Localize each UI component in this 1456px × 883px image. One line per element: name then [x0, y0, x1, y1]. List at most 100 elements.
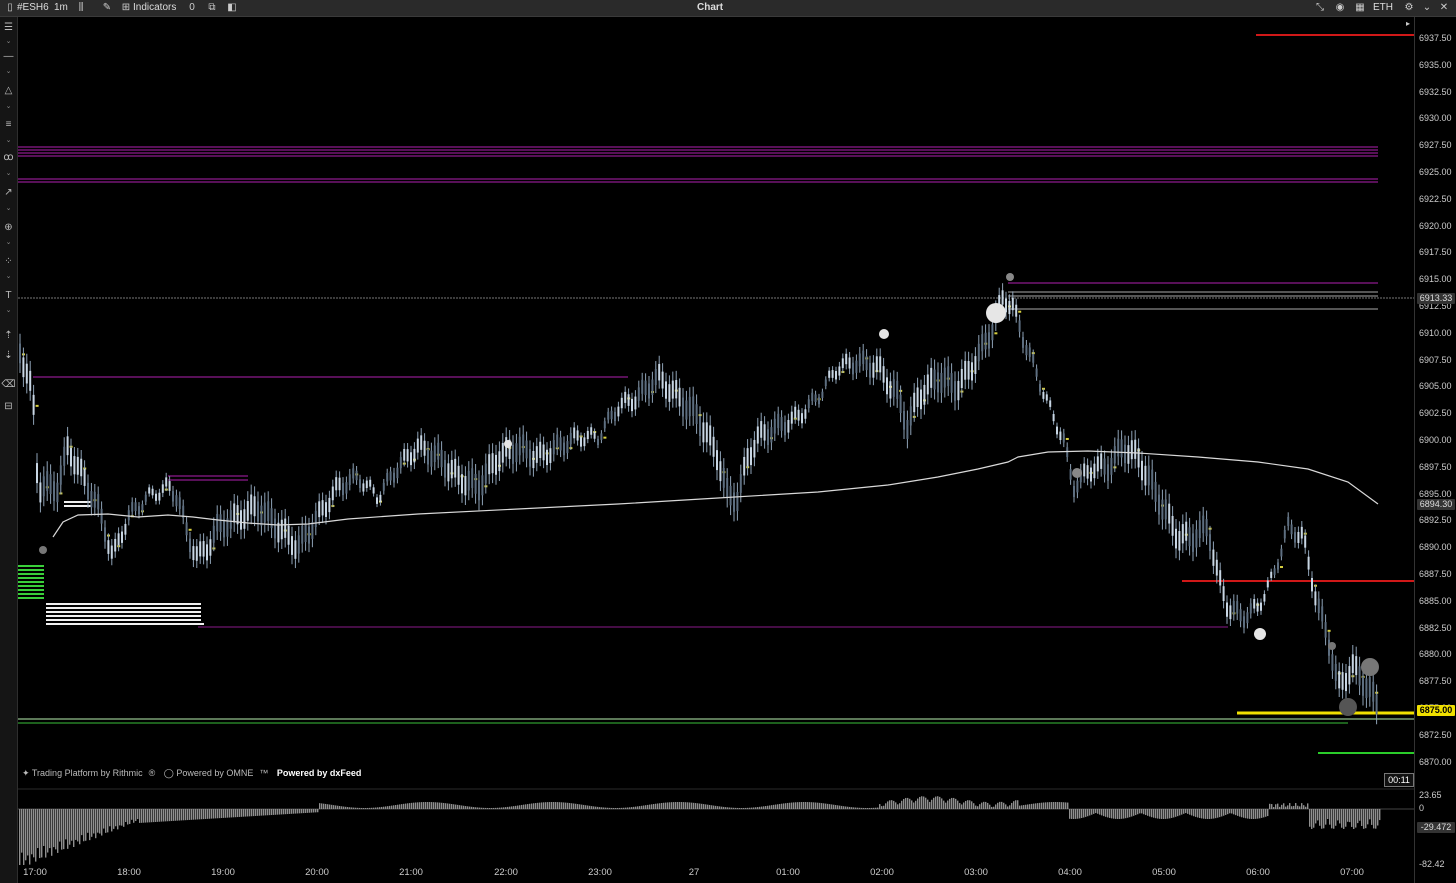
candle-body [471, 468, 474, 488]
histogram-bar [1209, 809, 1211, 819]
histogram-bar [579, 804, 581, 809]
candle-body [1090, 467, 1092, 482]
indicators-icon[interactable]: ⊞ [119, 1, 133, 15]
candle-body [423, 440, 426, 456]
candle-body [559, 437, 562, 451]
histogram-bar [1129, 809, 1131, 818]
histogram-bar [553, 802, 555, 809]
poc-marker [994, 332, 998, 335]
eraser-icon[interactable]: ⌫ [1, 378, 16, 392]
chevron-down-icon[interactable]: ⌄ [4, 170, 13, 177]
histogram-bar [937, 796, 939, 809]
histogram-bar [1155, 809, 1157, 819]
price-chart[interactable] [18, 17, 1414, 865]
price-axis[interactable]: ▸ 6937.50 6935.00 6932.50 6930.00 6927.50 692… [1406, 17, 1456, 883]
zoom-tool-icon[interactable]: ⊕ [1, 221, 16, 235]
histogram-bar [1171, 809, 1173, 818]
histogram-bar [1063, 802, 1065, 809]
calendar-icon[interactable]: ▦ [1353, 1, 1367, 15]
histogram-bar [1347, 809, 1349, 822]
symbol-selector[interactable]: #ESH6 [17, 0, 49, 16]
chevron-down-icon[interactable]: ⌄ [4, 307, 13, 314]
candle-body [114, 538, 117, 552]
histogram-bar [575, 803, 577, 809]
candle-body [66, 436, 69, 456]
chart-type-icon[interactable]: ⫼ [74, 1, 88, 15]
histogram-bar [685, 802, 687, 809]
histogram-bar [993, 806, 995, 809]
panel-toggle-icon[interactable]: ▯ [3, 1, 17, 15]
chevron-down-icon[interactable]: ⌄ [4, 239, 13, 246]
fib-tool-icon[interactable]: ≡ [1, 118, 16, 132]
candle-body [620, 397, 623, 409]
histogram-bar [589, 805, 591, 809]
histogram-bar [571, 803, 573, 809]
brush-tool-icon[interactable]: ↗ [1, 186, 16, 200]
link-icon[interactable]: ⤡ [1313, 1, 1327, 15]
chevron-down-icon[interactable]: ⌄ [4, 103, 13, 110]
zero-icon[interactable]: 0 [185, 1, 199, 15]
candle-body [124, 523, 127, 535]
histogram-bar [93, 809, 95, 834]
draw-pencil-icon[interactable]: ✎ [100, 1, 114, 15]
histogram-bar [285, 809, 287, 815]
histogram-bar [1247, 809, 1249, 819]
session-selector[interactable]: ETH [1373, 0, 1393, 16]
chevron-down-icon[interactable]: ⌄ [4, 205, 13, 212]
histogram-bar [805, 802, 807, 809]
histogram-bar [1049, 802, 1051, 809]
pattern-tool-icon[interactable]: ꝏ [1, 151, 16, 165]
chevron-down-icon[interactable]: ⌄ [4, 137, 13, 144]
histogram-bar [25, 809, 27, 861]
histogram-bar [953, 797, 955, 809]
histogram-bar [67, 809, 69, 849]
histogram-bar [1365, 809, 1367, 829]
candle-body [906, 419, 909, 439]
time-tick-label: 27 [688, 867, 700, 878]
interval-selector[interactable]: 1m [54, 0, 68, 16]
settings-gear-icon[interactable]: ⚙ [1402, 1, 1416, 15]
histogram-bar [1185, 809, 1187, 814]
histogram-bar [1275, 804, 1277, 809]
histogram-bar [291, 809, 293, 814]
sort-up-icon[interactable]: ⇡ [1, 329, 16, 343]
template-icon[interactable]: ⧉ [205, 1, 219, 15]
cursor-tool-icon[interactable]: ☰ [1, 21, 16, 35]
histogram-bar [1015, 800, 1017, 809]
chevron-down-icon[interactable]: ⌄ [4, 38, 13, 45]
time-tick-label: 22:00 [494, 867, 518, 878]
chevron-down-icon[interactable]: ⌄ [4, 68, 13, 75]
candle-body [1178, 531, 1181, 551]
chevron-down-icon[interactable]: ⌄ [4, 273, 13, 280]
axis-toggle-icon[interactable]: ▸ [1401, 17, 1415, 31]
candle-body [852, 362, 854, 375]
layout-icon[interactable]: ◧ [225, 1, 239, 15]
objects-list-icon[interactable]: ⊟ [1, 400, 16, 414]
candle-body [1168, 503, 1171, 524]
sort-down-icon[interactable]: ⇣ [1, 349, 16, 363]
histogram-bar [1227, 809, 1229, 815]
histogram-bar [1123, 809, 1125, 819]
close-icon[interactable]: ✕ [1437, 1, 1451, 15]
indicators-button[interactable]: Indicators [133, 0, 176, 16]
histogram-bar [681, 802, 683, 809]
histogram-bar [461, 805, 463, 809]
triangle-tool-icon[interactable]: △ [1, 84, 16, 98]
shapes-tool-icon[interactable]: ⁘ [1, 255, 16, 269]
candle-body [355, 470, 358, 481]
time-axis[interactable]: 17:00 18:00 19:00 20:00 21:00 22:00 23:00 27 01:… [18, 865, 1414, 883]
histogram-bar [1091, 809, 1093, 815]
rithmic-credit: ✦ Trading Platform by Rithmic ® [22, 768, 156, 778]
histogram-bar [233, 809, 235, 818]
minimize-icon[interactable]: ⌄ [1420, 1, 1434, 15]
histogram-bar [1335, 809, 1337, 826]
text-tool-icon[interactable]: T [1, 289, 16, 303]
candle-body [671, 380, 674, 399]
price-tick-label: 6910.00 [1419, 327, 1452, 338]
camera-icon[interactable]: ◉ [1333, 1, 1347, 15]
histogram-bar [135, 809, 137, 821]
histogram-bar [157, 809, 159, 822]
candle-body [1300, 526, 1303, 539]
histogram-bar [531, 803, 533, 809]
line-tool-icon[interactable]: — [1, 50, 16, 64]
